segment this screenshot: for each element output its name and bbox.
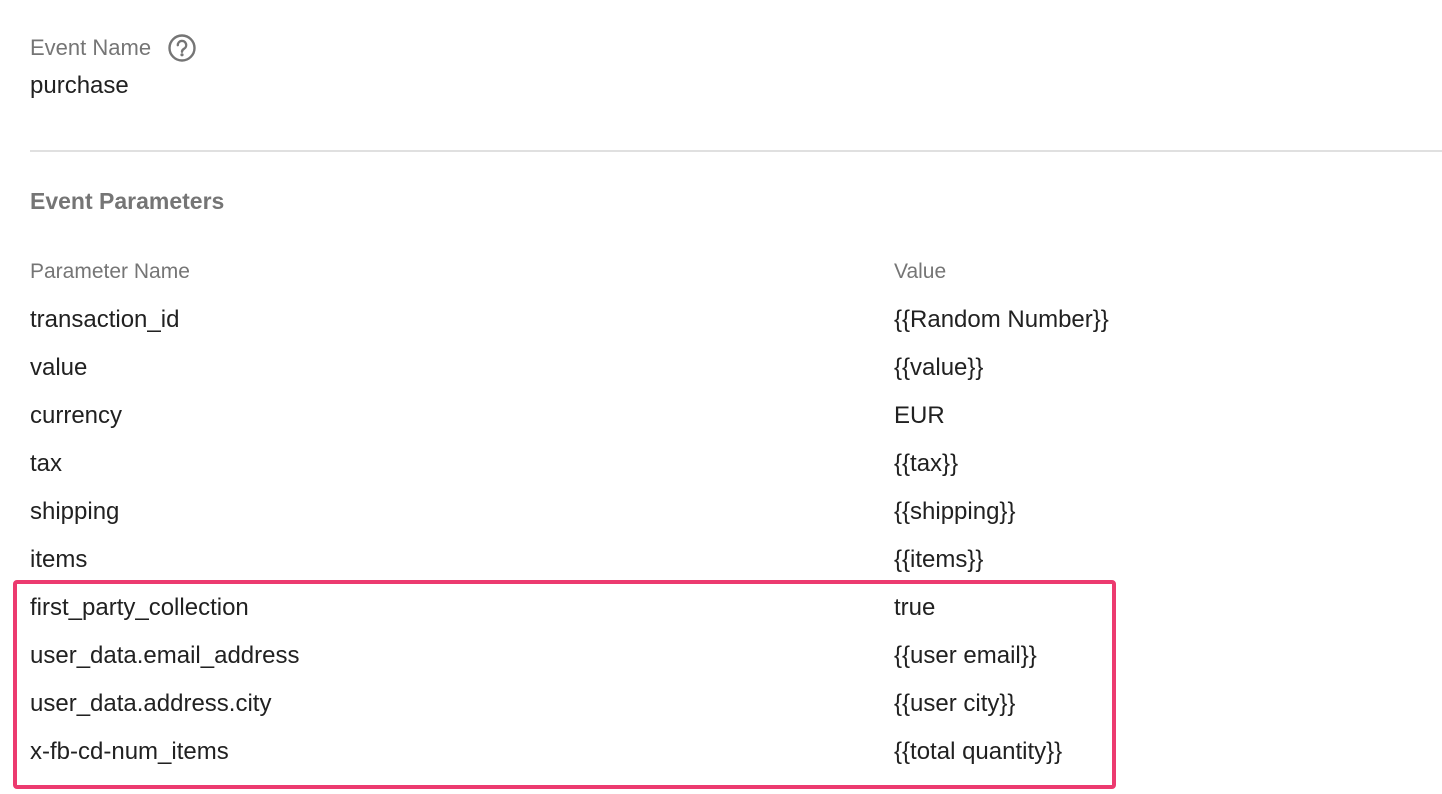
parameter-value: {{total quantity}} [894, 738, 1063, 765]
parameter-value: {{user email}} [894, 642, 1037, 669]
table-row[interactable]: first_party_collection true [30, 584, 1230, 632]
parameter-name: tax [30, 450, 63, 477]
event-parameters-title: Event Parameters [30, 188, 225, 214]
table-row[interactable]: value {{value}} [30, 344, 1230, 392]
help-circle-icon[interactable] [167, 33, 197, 63]
event-name-label: Event Name [30, 35, 152, 60]
event-name-section: Event Name purchase [30, 30, 197, 99]
parameter-name: shipping [30, 498, 120, 525]
table-row[interactable]: transaction_id {{Random Number}} [30, 296, 1230, 344]
parameter-value: true [894, 594, 936, 621]
event-name-value: purchase [30, 72, 129, 99]
table-row[interactable]: user_data.address.city {{user city}} [30, 680, 1230, 728]
parameter-value: {{Random Number}} [894, 306, 1109, 333]
parameter-value: {{items}} [894, 546, 984, 573]
parameter-name: currency [30, 402, 123, 429]
event-parameters-table: Parameter Name Value transaction_id {{Ra… [30, 248, 1230, 776]
parameter-name: x-fb-cd-num_items [30, 738, 229, 765]
parameter-value: {{tax}} [894, 450, 959, 477]
column-header-value: Value [894, 260, 947, 283]
table-header-row: Parameter Name Value [30, 248, 1230, 296]
table-row[interactable]: x-fb-cd-num_items {{total quantity}} [30, 728, 1230, 776]
parameter-name: value [30, 354, 88, 381]
table-row[interactable]: items {{items}} [30, 536, 1230, 584]
parameter-name: first_party_collection [30, 594, 249, 621]
parameter-value: EUR [894, 402, 945, 429]
parameter-name: items [30, 546, 88, 573]
table-row[interactable]: currency EUR [30, 392, 1230, 440]
event-name-label-row: Event Name [30, 30, 197, 66]
section-divider [30, 150, 1442, 152]
parameter-name: transaction_id [30, 306, 180, 333]
column-header-parameter-name: Parameter Name [30, 260, 190, 283]
parameter-value: {{user city}} [894, 690, 1016, 717]
parameter-value: {{value}} [894, 354, 984, 381]
table-row[interactable]: user_data.email_address {{user email}} [30, 632, 1230, 680]
parameter-name: user_data.address.city [30, 690, 272, 717]
table-row[interactable]: shipping {{shipping}} [30, 488, 1230, 536]
parameter-name: user_data.email_address [30, 642, 300, 669]
parameter-value: {{shipping}} [894, 498, 1016, 525]
table-row[interactable]: tax {{tax}} [30, 440, 1230, 488]
